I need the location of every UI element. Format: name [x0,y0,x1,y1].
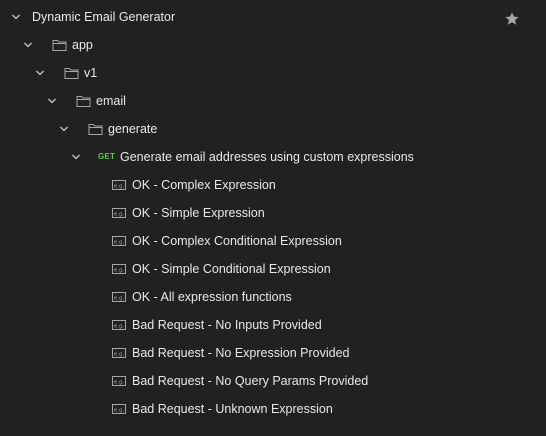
chevron-down-icon[interactable] [23,40,33,50]
example-label: Bad Request - No Expression Provided [132,346,350,360]
chevron-down-icon[interactable] [35,68,45,78]
example-icon: e.g. [112,320,126,330]
svg-text:e.g.: e.g. [114,211,125,217]
svg-text:e.g.: e.g. [114,351,125,357]
svg-text:e.g.: e.g. [114,239,125,245]
example-icon: e.g. [112,292,126,302]
svg-text:e.g.: e.g. [114,379,125,385]
example-row[interactable]: e.g. OK - Simple Conditional Expression [0,255,546,283]
example-row[interactable]: e.g. OK - Complex Conditional Expression [0,227,546,255]
example-row[interactable]: e.g. Bad Request - Unknown Expression [0,395,546,423]
collection-tree: Dynamic Email Generator app v1 email gen… [0,0,546,436]
example-label: Bad Request - No Query Params Provided [132,374,369,388]
request-method-badge: GET [98,152,116,161]
example-icon: e.g. [112,208,126,218]
example-label: OK - Simple Expression [132,206,265,220]
svg-text:e.g.: e.g. [114,323,125,329]
example-label: OK - Complex Conditional Expression [132,234,342,248]
example-icon: e.g. [112,376,126,386]
folder-row-v1[interactable]: v1 [0,59,546,87]
folder-label: email [96,94,126,108]
example-icon: e.g. [112,264,126,274]
folder-icon [76,96,91,107]
example-icon: e.g. [112,404,126,414]
request-row[interactable]: GET Generate email addresses using custo… [0,143,546,171]
folder-row-app[interactable]: app [0,31,546,59]
svg-text:e.g.: e.g. [114,267,125,273]
example-row[interactable]: e.g. Bad Request - No Inputs Provided [0,311,546,339]
svg-text:e.g.: e.g. [114,295,125,301]
chevron-down-icon[interactable] [71,152,81,162]
request-name: Generate email addresses using custom ex… [120,150,414,164]
example-row[interactable]: e.g. OK - All expression functions [0,283,546,311]
example-icon: e.g. [112,236,126,246]
example-row[interactable]: e.g. Bad Request - No Expression Provide… [0,339,546,367]
folder-row-email[interactable]: email [0,87,546,115]
star-icon[interactable] [504,11,520,27]
example-label: Bad Request - No Inputs Provided [132,318,322,332]
collection-name: Dynamic Email Generator [32,10,176,24]
example-label: OK - Simple Conditional Expression [132,262,331,276]
folder-label: generate [108,122,158,136]
example-label: OK - All expression functions [132,290,292,304]
folder-icon [52,40,67,51]
folder-label: v1 [84,66,98,80]
example-icon: e.g. [112,348,126,358]
example-row[interactable]: e.g. Bad Request - No Query Params Provi… [0,367,546,395]
example-label: OK - Complex Expression [132,178,276,192]
example-row[interactable]: e.g. OK - Complex Expression [0,171,546,199]
collection-row[interactable]: Dynamic Email Generator [0,3,546,31]
folder-row-generate[interactable]: generate [0,115,546,143]
example-icon: e.g. [112,180,126,190]
folder-label: app [72,38,93,52]
svg-text:e.g.: e.g. [114,183,125,189]
folder-icon [64,68,79,79]
chevron-down-icon[interactable] [59,124,69,134]
folder-icon [88,124,103,135]
example-label: Bad Request - Unknown Expression [132,402,333,416]
svg-text:e.g.: e.g. [114,407,125,413]
example-row[interactable]: e.g. OK - Simple Expression [0,199,546,227]
chevron-down-icon[interactable] [11,12,21,22]
chevron-down-icon[interactable] [47,96,57,106]
